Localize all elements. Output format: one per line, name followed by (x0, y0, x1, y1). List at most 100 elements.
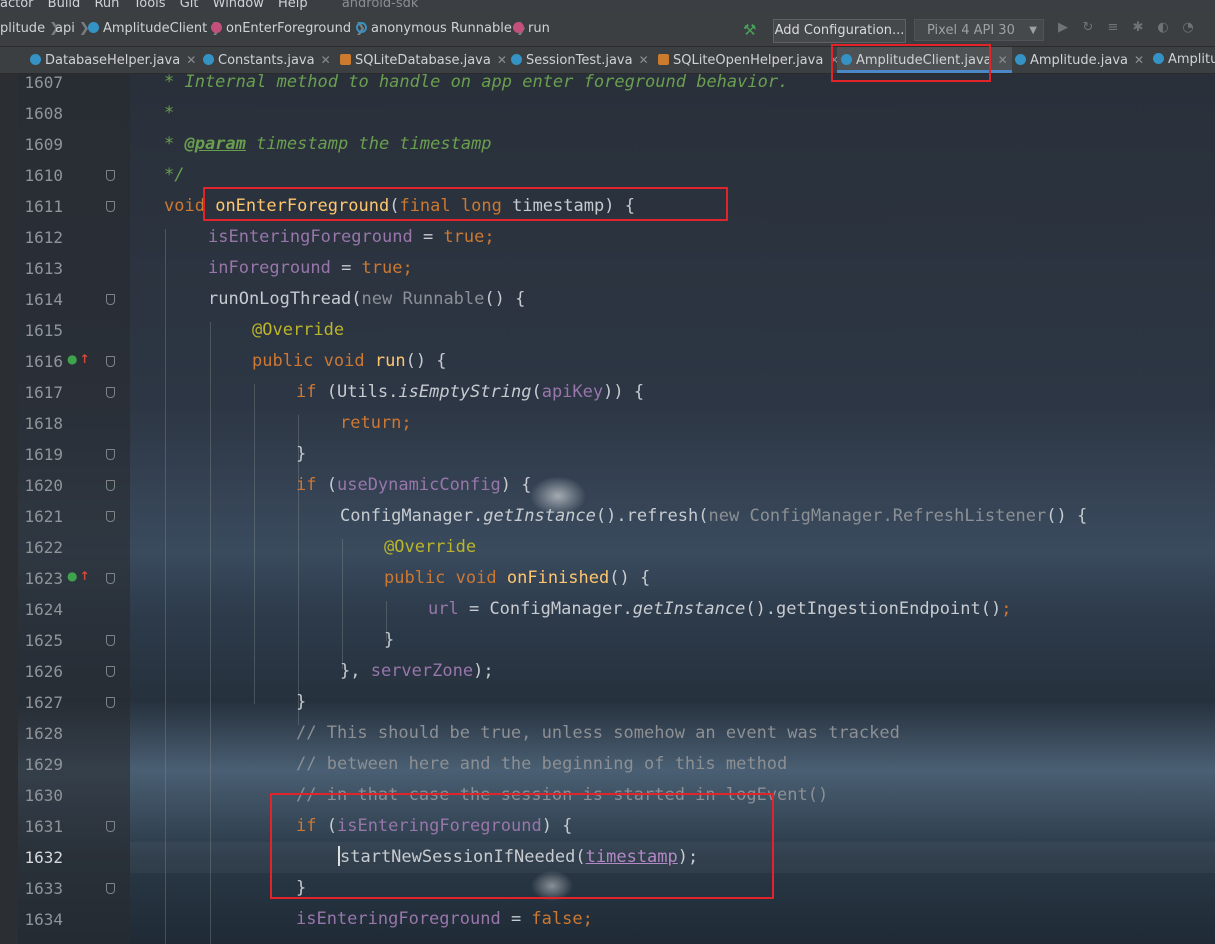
fold-end-icon[interactable] (106, 449, 115, 460)
code-keyword: new (361, 289, 393, 309)
fold-start-icon[interactable] (106, 480, 115, 491)
code-line: * @param timestamp the timestamp (164, 129, 492, 160)
fold-end-icon[interactable] (106, 170, 115, 181)
close-icon[interactable]: ✕ (639, 53, 649, 67)
menu-build[interactable]: Build (48, 0, 81, 11)
line-number: 1622 (24, 538, 63, 557)
menu-help[interactable]: Help (278, 0, 308, 11)
build-hammer-icon[interactable]: ⚒ (743, 21, 756, 39)
fold-end-icon[interactable] (106, 666, 115, 677)
tab-sessiontest[interactable]: SessionTest.java ✕ (511, 47, 649, 73)
code-line: if (Utils.isEmptyString(apiKey)) { (296, 377, 644, 408)
close-icon[interactable]: ✕ (998, 53, 1008, 67)
project-title: android-sdk (341, 0, 419, 11)
code-line: * Internal method to handle on app enter… (164, 74, 788, 98)
fold-end-icon[interactable] (106, 635, 115, 646)
code-field: serverZone (370, 661, 474, 681)
device-selector[interactable]: Pixel 4 API 30 ▼ (914, 19, 1044, 41)
breadcrumb-class[interactable]: AmplitudeClient❯ (88, 20, 222, 38)
breadcrumb-module[interactable]: plitude ❯ (0, 20, 60, 38)
fold-start-icon[interactable] (106, 294, 115, 305)
indent-guide (254, 384, 255, 704)
code-comment: * (164, 103, 175, 123)
tab-databasehelper[interactable]: DatabaseHelper.java ✕ (30, 47, 196, 73)
close-icon[interactable]: ✕ (497, 53, 507, 67)
indent-guide (342, 539, 343, 669)
override-method-icon[interactable]: ● ↑ (67, 352, 90, 366)
code-comment: * (164, 134, 185, 154)
attach-debugger-icon[interactable]: ◔ (1180, 20, 1196, 36)
rerun-icon[interactable]: ↻ (1080, 20, 1096, 36)
override-method-icon[interactable]: ● ↑ (67, 569, 90, 583)
line-number: 1634 (24, 910, 63, 929)
class-icon (30, 54, 41, 65)
code-punct: ( (531, 382, 542, 402)
class-icon (1015, 54, 1026, 65)
code-punct: ( (326, 475, 337, 495)
fold-start-icon[interactable] (106, 201, 115, 212)
tab-sqlitedatabase[interactable]: SQLiteDatabase.java ✕ (340, 47, 507, 73)
debug-icon[interactable]: ✱ (1130, 20, 1146, 36)
highlight-box-active-tab (831, 44, 991, 82)
fold-start-icon[interactable] (106, 511, 115, 522)
code-comment: // This should be true, unless somehow a… (296, 723, 900, 743)
code-punct: ; (1001, 599, 1012, 619)
code-punct: )) { (603, 382, 645, 402)
code-punct: }, (340, 661, 371, 681)
close-icon[interactable]: ✕ (321, 53, 331, 67)
menu-refactor[interactable]: actor (0, 0, 34, 11)
fold-start-icon[interactable] (106, 356, 115, 367)
line-number: 1618 (24, 414, 63, 433)
menu-window[interactable]: Window (213, 0, 264, 11)
run-icon[interactable]: ▶ (1055, 20, 1071, 36)
line-number: 1608 (24, 104, 63, 123)
line-number: 1610 (24, 166, 63, 185)
apply-changes-icon[interactable]: ≡ (1105, 20, 1121, 36)
code-line: isEnteringForeground = false; (296, 904, 593, 935)
breadcrumb-anonymous-class[interactable]: anonymous Runnable❯ (356, 20, 527, 38)
close-icon[interactable]: ✕ (1134, 53, 1144, 67)
code-punct: } (384, 630, 395, 650)
library-class-icon (658, 54, 669, 65)
code-line: isEnteringForeground = true; (208, 222, 495, 253)
code-type: ConfigManager. (340, 506, 484, 526)
code-method-name: run (374, 351, 406, 371)
fold-start-icon[interactable] (106, 573, 115, 584)
menu-run[interactable]: Run (94, 0, 119, 11)
breadcrumb-label: api (55, 21, 75, 36)
menu-tools[interactable]: Tools (134, 0, 166, 11)
fold-end-icon[interactable] (106, 697, 115, 708)
tab-amplitude[interactable]: Amplitude.java ✕ (1015, 47, 1144, 73)
menu-git[interactable]: Git (180, 0, 199, 11)
close-icon[interactable]: ✕ (186, 53, 196, 67)
line-number: 1616 (24, 352, 63, 371)
breadcrumb-package[interactable]: api ❯ (55, 20, 90, 38)
line-number: 1615 (24, 321, 63, 340)
code-punct: ; (401, 413, 412, 433)
tab-sqliteopenhelper[interactable]: SQLiteOpenHelper.java ✕ (658, 47, 839, 73)
profile-icon[interactable]: ◐ (1155, 20, 1171, 36)
fold-end-icon[interactable] (106, 883, 115, 894)
line-number: 1629 (24, 755, 63, 774)
code-punct: ; (484, 227, 495, 247)
code-keyword: public (384, 568, 446, 588)
fold-start-icon[interactable] (106, 821, 115, 832)
tab-constants[interactable]: Constants.java ✕ (203, 47, 331, 73)
class-icon (88, 22, 99, 33)
tab-amplitude-overflow[interactable]: Amplitu (1153, 47, 1215, 73)
line-number: 1630 (24, 786, 63, 805)
code-type: ConfigManager. (489, 599, 633, 619)
code-line: // between here and the beginning of thi… (296, 749, 787, 780)
indent-guide (165, 229, 166, 944)
method-icon (513, 22, 524, 33)
add-configuration-button[interactable]: Add Configuration... (773, 19, 906, 43)
breadcrumb-run[interactable]: run (513, 20, 550, 38)
code-line: } (296, 687, 306, 718)
code-punct: ; (582, 909, 593, 929)
code-keyword: true (443, 227, 485, 247)
line-number: 1623 (24, 569, 63, 588)
breadcrumb-method[interactable]: onEnterForeground ❯ (211, 20, 366, 38)
code-comment: * Internal method to handle on app enter… (164, 74, 789, 92)
line-number: 1628 (24, 724, 63, 743)
fold-start-icon[interactable] (106, 387, 115, 398)
